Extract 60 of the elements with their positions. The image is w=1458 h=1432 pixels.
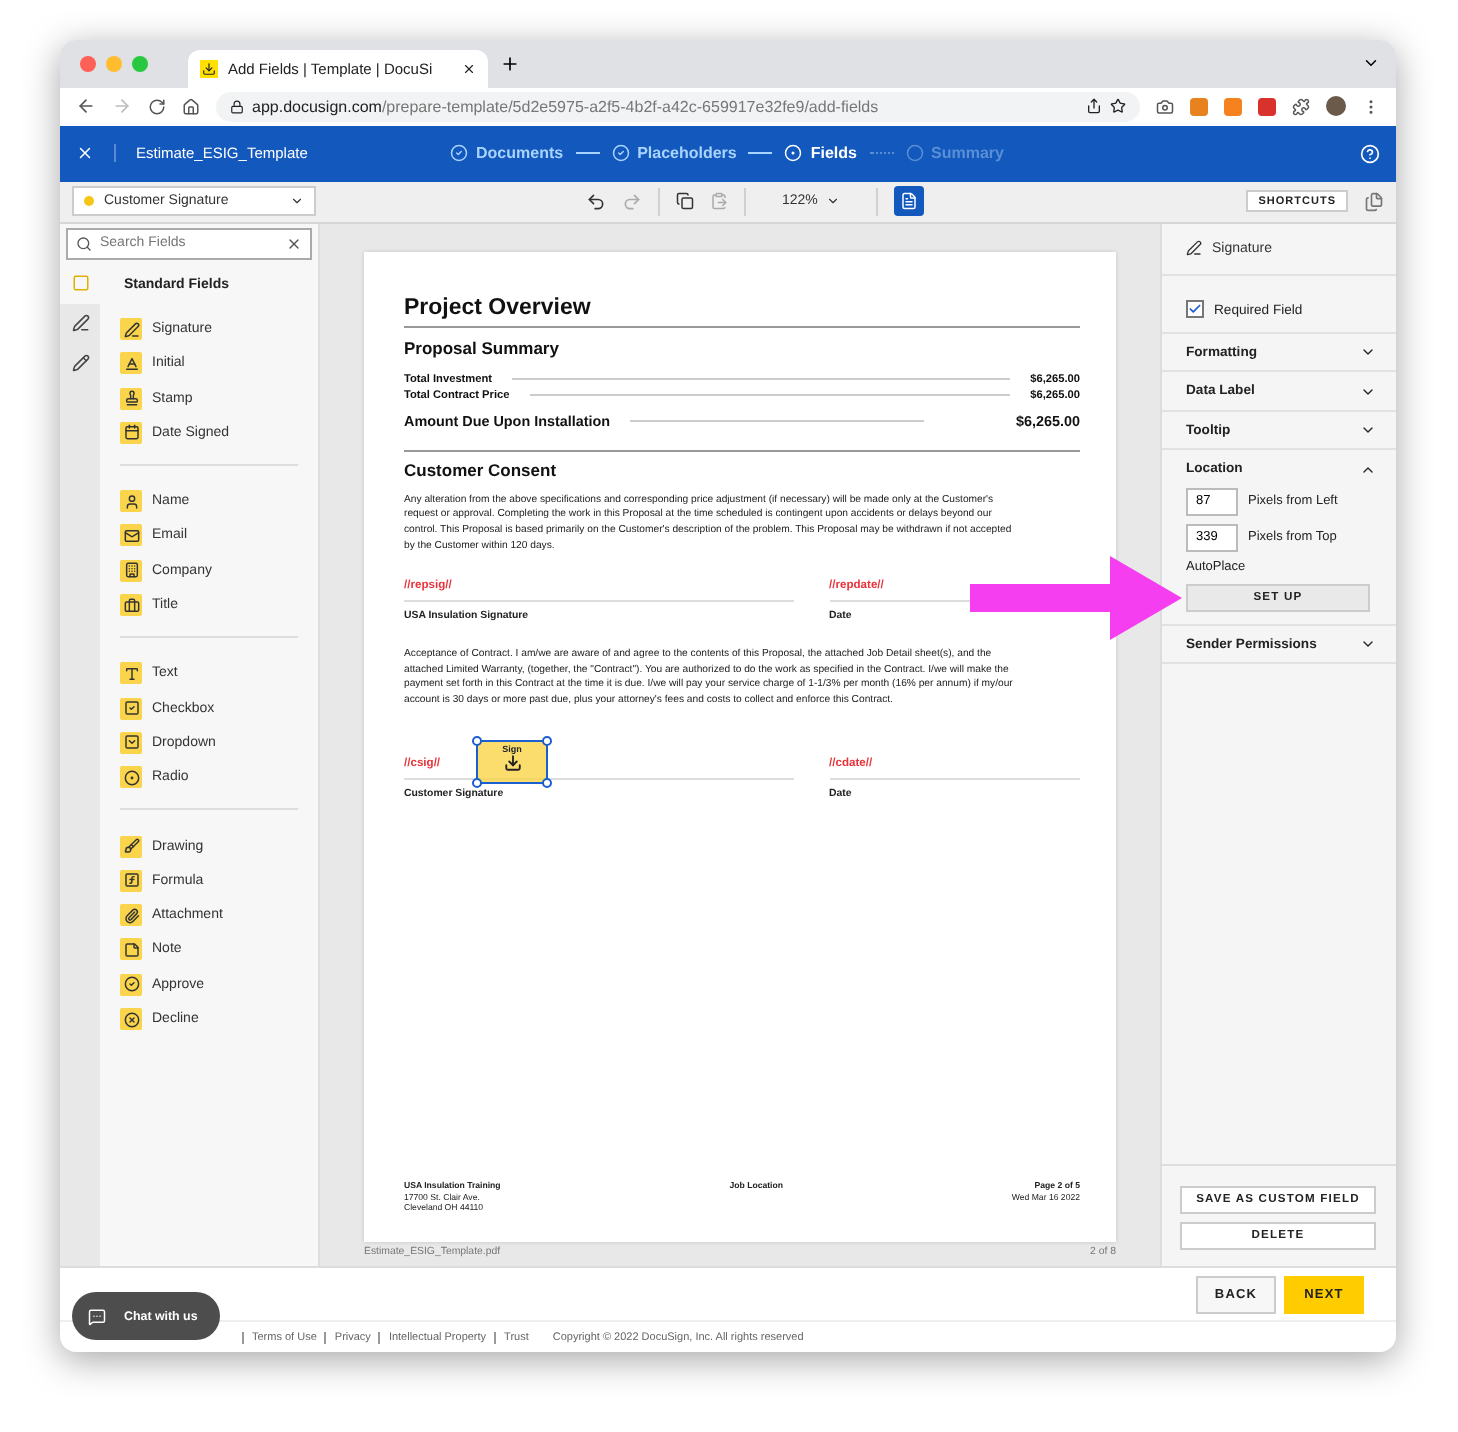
undo-icon[interactable] — [586, 191, 606, 212]
bookmark-star-icon[interactable] — [1110, 98, 1126, 115]
letter-t-icon — [120, 662, 142, 685]
checkbox[interactable] — [1186, 299, 1204, 318]
circle-icon — [905, 144, 923, 163]
document-title: Project Overview — [404, 295, 1080, 328]
checkbox-icon — [120, 697, 142, 720]
paperclip-icon — [120, 904, 142, 927]
lock-icon — [230, 99, 244, 114]
dot-circle-icon — [784, 144, 803, 163]
brush-icon — [120, 835, 142, 858]
building-icon — [120, 559, 142, 582]
reload-icon[interactable] — [148, 97, 166, 116]
clear-icon[interactable] — [286, 235, 302, 252]
check-circle-icon — [611, 144, 630, 163]
step-link[interactable]: Fields — [784, 144, 857, 163]
share-icon[interactable] — [1086, 98, 1102, 115]
calendar-icon — [120, 421, 142, 444]
section-heading: Customer Consent — [404, 459, 559, 480]
pen-icon — [1186, 240, 1202, 257]
field-icon[interactable] — [60, 263, 100, 304]
step-link[interactable]: Documents — [450, 144, 564, 163]
resize-handle[interactable] — [542, 777, 552, 788]
help-icon[interactable] — [1360, 143, 1380, 164]
stamp-icon — [120, 387, 142, 410]
caret-icon — [825, 194, 840, 209]
chat-bubble-icon — [88, 1307, 106, 1325]
avatar-icon[interactable] — [1326, 96, 1346, 117]
pages-icon[interactable] — [1364, 191, 1384, 212]
camera-icon[interactable] — [1156, 97, 1174, 116]
document-panel-icon[interactable] — [893, 186, 924, 217]
check-circle-icon — [120, 973, 142, 996]
download-icon — [503, 753, 521, 772]
copy-icon[interactable] — [676, 192, 694, 211]
search-icon — [76, 235, 92, 252]
resize-handle[interactable] — [472, 777, 482, 788]
check-circle-icon — [450, 144, 468, 163]
extensions-icon[interactable] — [1292, 97, 1310, 116]
radio-icon — [120, 766, 142, 789]
pen-icon — [120, 318, 142, 340]
section-heading: Proposal Summary — [404, 337, 561, 358]
briefcase-icon — [120, 594, 142, 617]
person-icon — [120, 490, 142, 513]
resize-handle[interactable] — [472, 735, 482, 746]
address-field[interactable]: app.docusign.com/prepare-template/5d2e5975-a2f5-4b2f-a42c-659917e32fe9/add-fields — [216, 91, 1140, 122]
dropdown-icon — [120, 731, 142, 754]
download-favicon-icon — [200, 59, 218, 78]
new-tab-icon[interactable] — [500, 53, 520, 74]
caret-icon — [290, 194, 304, 209]
function-icon — [120, 869, 142, 892]
envelope-icon — [120, 524, 142, 547]
x-circle-icon — [120, 1008, 142, 1031]
close-icon[interactable] — [76, 144, 94, 163]
resize-handle[interactable] — [542, 735, 552, 746]
step-link[interactable]: Placeholders — [611, 144, 737, 163]
note-icon — [120, 938, 142, 961]
letter-icon — [120, 352, 142, 375]
close-tab-icon[interactable] — [462, 61, 476, 76]
home-icon[interactable] — [182, 97, 200, 116]
back-icon[interactable] — [76, 96, 96, 117]
